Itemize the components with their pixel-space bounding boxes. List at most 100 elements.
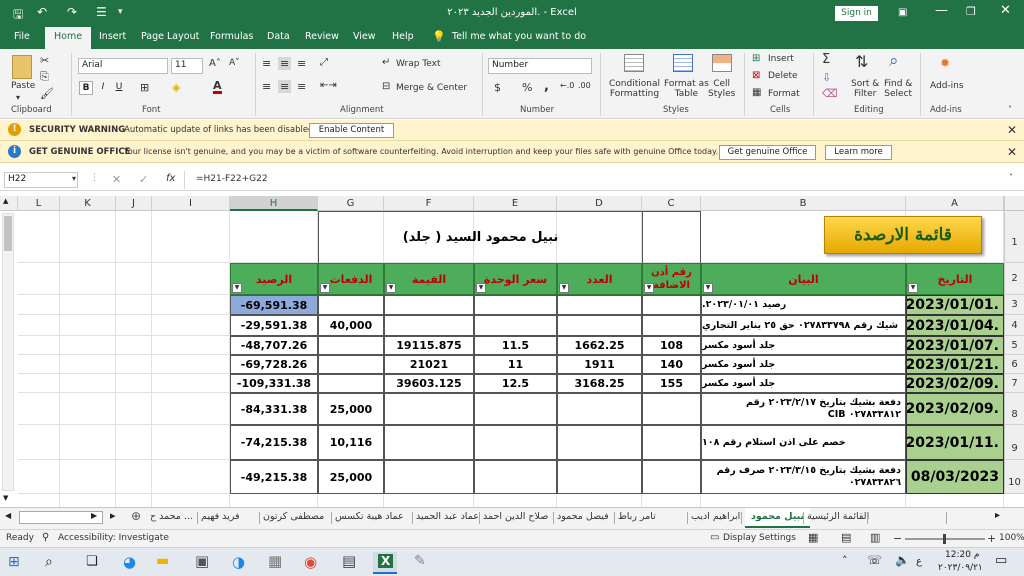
volume-icon[interactable]: 🔈 [895, 553, 910, 567]
edge-icon[interactable]: ◕ [123, 553, 136, 571]
column-header[interactable]: K [60, 196, 116, 211]
cell-permit[interactable] [642, 295, 701, 315]
cell-styles-button[interactable]: Cell Styles [708, 79, 735, 99]
align-bottom-icon[interactable]: ≡ [297, 57, 306, 70]
row-header[interactable]: 2 [1004, 263, 1024, 295]
edge-beta-icon[interactable]: ◑ [232, 553, 245, 571]
sheet-tab[interactable]: نبيل محمود [745, 508, 811, 528]
page-layout-view-icon[interactable]: ▤ [841, 531, 851, 544]
tab-data[interactable]: Data [267, 31, 290, 42]
normal-view-icon[interactable]: ▦ [808, 531, 818, 544]
column-header[interactable]: C [642, 196, 701, 211]
close-security-icon[interactable]: ✕ [1007, 123, 1017, 137]
cell-balance[interactable]: -109,331.38 [230, 374, 318, 393]
cell-qty[interactable] [557, 425, 642, 460]
collapse-ribbon-icon[interactable]: ˄ [1008, 105, 1012, 114]
cell-statement[interactable]: دفعة بشيك بتاريخ ٢٠٢٣/٢/١٧ رقم ٠٢٧٨٣٣٨١٢… [701, 393, 906, 425]
filter-dropdown-icon[interactable]: ▼ [232, 283, 242, 293]
borders-icon[interactable]: ⊞ [140, 81, 149, 94]
copy-icon[interactable]: ⎘ [40, 70, 49, 84]
number-format-select[interactable]: Number [488, 58, 592, 74]
align-left-icon[interactable]: ≡ [262, 80, 271, 93]
cell-date[interactable]: 2023/01/01. [906, 295, 1004, 315]
column-header[interactable]: J [116, 196, 152, 211]
display-settings-button[interactable]: Display Settings [723, 533, 796, 543]
column-header[interactable]: A [906, 196, 1004, 211]
scrollbar-thumb[interactable] [4, 216, 12, 251]
cell-permit[interactable]: 108 [642, 336, 701, 355]
minimize-icon[interactable]: — [935, 3, 948, 18]
cell-statement[interactable]: جلد أسود مكسر [701, 336, 906, 355]
cell-balance[interactable]: -69,728.26 [230, 355, 318, 374]
orientation-icon[interactable]: ⤢ [320, 57, 328, 68]
cell-statement[interactable]: جلد أسود مكسر [701, 374, 906, 393]
filter-dropdown-icon[interactable]: ▼ [386, 283, 396, 293]
cell-qty[interactable]: 1662.25 [557, 336, 642, 355]
cancel-formula-icon[interactable]: ✕ [112, 173, 121, 186]
zoom-thumb[interactable] [943, 534, 946, 544]
column-header[interactable]: B [701, 196, 906, 211]
sheet-tab[interactable]: عماد هيبة تكسس [335, 511, 404, 522]
insert-cells-button[interactable]: Insert [768, 54, 794, 64]
cell-unit-price[interactable]: 12.5 [474, 374, 557, 393]
clear-icon[interactable]: ⌫ [822, 87, 838, 100]
cell-value[interactable] [384, 315, 474, 336]
row-header[interactable]: 1 [1004, 211, 1024, 263]
decimal-icon[interactable]: ←.0 [560, 81, 574, 90]
cell-value[interactable]: 21021 [384, 355, 474, 374]
italic-button[interactable]: I [96, 81, 110, 95]
cell-permit[interactable] [642, 315, 701, 336]
autosum-icon[interactable]: Σ [822, 52, 830, 67]
cell-date[interactable]: 2023/01/04. [906, 315, 1004, 336]
enable-content-button[interactable]: Enable Content [309, 123, 394, 138]
column-header[interactable]: I [152, 196, 230, 211]
align-top-icon[interactable]: ≡ [262, 57, 271, 70]
currency-button[interactable]: $ [494, 81, 501, 94]
cell-unit-price[interactable] [474, 295, 557, 315]
merge-center-button[interactable]: Merge & Center [396, 83, 467, 93]
file-explorer-icon[interactable]: ▬ [156, 553, 169, 569]
find-select-button[interactable]: Find & Select [884, 79, 912, 99]
cell-qty[interactable]: 1911 [557, 355, 642, 374]
calculator-icon[interactable]: ▤ [342, 552, 356, 570]
search-icon[interactable]: ⌕ [45, 554, 53, 570]
tell-me-search[interactable]: Tell me what you want to do [452, 31, 586, 42]
cell-unit-price[interactable] [474, 460, 557, 494]
font-color-icon[interactable]: A [213, 80, 222, 94]
sheet-tab[interactable]: فيصل محمود [557, 511, 609, 522]
cell-permit[interactable] [642, 393, 701, 425]
paste-dropdown-icon[interactable]: ▾ [16, 93, 20, 102]
paste-button[interactable]: Paste [11, 81, 35, 91]
cell-qty[interactable] [557, 393, 642, 425]
cell-value[interactable] [384, 460, 474, 494]
pen-icon[interactable]: ✎ [414, 553, 426, 569]
underline-button[interactable]: U [112, 81, 126, 95]
accessibility-status[interactable]: Accessibility: Investigate [58, 533, 169, 543]
cell-statement[interactable]: خصم على اذن استلام رقم ١٠٨ [701, 425, 906, 460]
tab-review[interactable]: Review [305, 31, 339, 42]
scroll-tabs-left-icon[interactable]: ◀ [5, 511, 11, 520]
cell-unit-price[interactable] [474, 425, 557, 460]
page-break-view-icon[interactable]: ▥ [870, 531, 880, 544]
expand-formula-icon[interactable]: ˅ [1009, 173, 1013, 182]
cell-statement[interactable]: جلد أسود مكسر [701, 355, 906, 374]
filter-dropdown-icon[interactable]: ▼ [476, 283, 486, 293]
fill-icon[interactable]: ⇩ [822, 71, 831, 84]
column-header[interactable]: H [230, 196, 318, 211]
tab-page-layout[interactable]: Page Layout [141, 31, 199, 42]
windows-start-icon[interactable]: ⊞ [8, 554, 20, 570]
tab-home[interactable]: Home [45, 27, 92, 49]
vertical-scrollbar[interactable] [2, 213, 14, 491]
column-header[interactable]: E [474, 196, 557, 211]
tab-view[interactable]: View [353, 31, 376, 42]
row-header[interactable]: 7 [1004, 374, 1024, 393]
cell-permit[interactable]: 140 [642, 355, 701, 374]
filter-dropdown-icon[interactable]: ▼ [644, 283, 654, 293]
indent-icon[interactable]: ⇤⇥ [320, 80, 337, 91]
cell-payments[interactable]: 40,000 [318, 315, 384, 336]
filter-dropdown-icon[interactable]: ▼ [320, 283, 330, 293]
cell-payments[interactable]: 25,000 [318, 460, 384, 494]
cell-payments[interactable]: 25,000 [318, 393, 384, 425]
sheet-tab[interactable]: تامر رباط [618, 511, 656, 522]
tab-formulas[interactable]: Formulas [210, 31, 253, 42]
